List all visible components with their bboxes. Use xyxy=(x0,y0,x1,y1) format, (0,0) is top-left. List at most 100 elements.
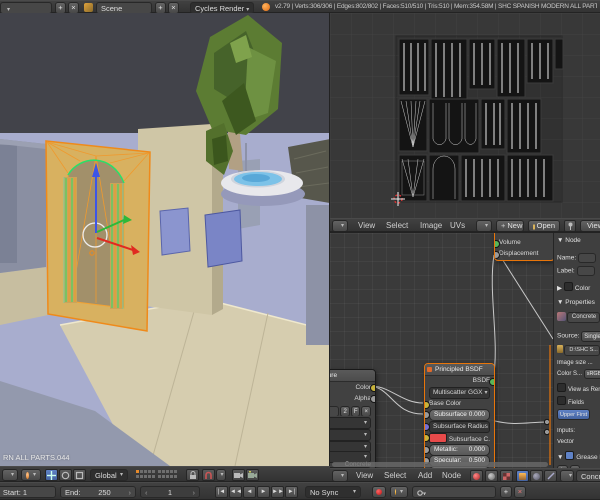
object-shader-button[interactable] xyxy=(516,470,529,481)
uv-menu-select[interactable]: Select xyxy=(386,219,408,231)
color-space-dropdown[interactable]: Color▾ xyxy=(330,417,371,429)
bsdf-output-socket[interactable] xyxy=(489,378,494,386)
distribution-dropdown[interactable]: Multiscatter GGX ▾ xyxy=(429,387,490,399)
color-output-socket[interactable] xyxy=(370,384,375,392)
editor-type-dropdown[interactable]: ▾ xyxy=(2,469,18,481)
viewport-3d[interactable]: RN ALL PARTS.044 xyxy=(0,13,330,466)
subsurface-color-label: Subsurface C.. xyxy=(448,436,490,443)
node-editor-type-dropdown[interactable]: ▾ xyxy=(332,470,348,481)
image-users-button[interactable]: 2 xyxy=(340,406,350,416)
timeline: Start: 1 End: 250 › ‹ 1 › |◄ ◄◄ ◄ ► ►► ►| No… xyxy=(0,482,600,500)
active-keying-set-field[interactable] xyxy=(412,486,496,498)
node-section-header[interactable]: ▼ Node xyxy=(557,237,600,244)
node-editor[interactable]: Image Texture Color Alpha Con 2 F × Colo… xyxy=(330,232,600,468)
image-texture-node[interactable]: Image Texture Color Alpha Con 2 F × Colo… xyxy=(330,369,376,468)
fields-checkbox[interactable]: Fields xyxy=(557,396,600,406)
label-row: Label: xyxy=(557,266,600,276)
alpha-output-socket[interactable] xyxy=(370,395,375,403)
current-frame-field[interactable]: ‹ 1 › xyxy=(140,486,200,498)
sync-mode-dropdown[interactable]: No Sync ▾ xyxy=(305,486,361,498)
insert-keyframe-button[interactable]: + xyxy=(500,486,512,498)
blue-panel-2 xyxy=(159,207,191,256)
delete-keyframe-button[interactable]: × xyxy=(514,486,526,498)
uv-editor-header: ▾ View Select Image UVs ▾ +New Open View… xyxy=(330,218,600,232)
shader-tree-button[interactable] xyxy=(470,470,483,481)
lock-to-scene-button[interactable] xyxy=(186,469,199,481)
image-unlink-button[interactable]: × xyxy=(361,406,371,416)
render-opengl-anim-button[interactable] xyxy=(246,469,259,481)
mode-dropdown[interactable]: ▾ xyxy=(21,469,41,481)
label-field[interactable] xyxy=(576,266,595,276)
uv-menu-view[interactable]: View xyxy=(358,219,375,231)
name-field[interactable] xyxy=(577,253,596,263)
pin-image-button[interactable] xyxy=(564,220,576,231)
render-opengl-button[interactable] xyxy=(232,469,245,481)
compositing-tree-button[interactable] xyxy=(485,470,498,481)
uv-image-editor[interactable] xyxy=(330,13,600,218)
uv-menu-image[interactable]: Image xyxy=(420,219,442,231)
material-output-node[interactable]: Volume Displacement xyxy=(494,233,555,261)
subsurface-color-swatch[interactable] xyxy=(429,433,447,443)
subsurface-slider[interactable]: Subsurface 0.000 xyxy=(429,409,490,421)
keyframe-dot-icon xyxy=(395,489,396,495)
color-section-header[interactable]: ▶ Color xyxy=(557,282,600,292)
grease-pencil-section-header[interactable]: ▼ Grease Pencil xyxy=(557,451,600,461)
view-as-render-checkbox[interactable]: View as Render xyxy=(557,383,600,393)
record-button[interactable] xyxy=(372,486,386,498)
frame-start-field[interactable]: Start: 1 xyxy=(0,486,56,498)
uv-menu-uvs[interactable]: UVs xyxy=(450,219,465,231)
image-datablock-name[interactable]: Con xyxy=(330,406,340,416)
node-menu-add[interactable]: Add xyxy=(418,469,432,481)
uv-editor-type-dropdown[interactable]: ▾ xyxy=(332,220,348,231)
image-fake-user-button[interactable]: F xyxy=(350,406,361,416)
transform-orientation-dropdown[interactable]: Global ▾ xyxy=(90,469,128,481)
properties-section-header[interactable]: ▼ Properties xyxy=(557,299,600,306)
play-button[interactable]: ► xyxy=(257,486,270,498)
subsurface-radius-dropdown[interactable]: Subsurface Radius▾ xyxy=(429,421,490,433)
snap-element-dropdown[interactable]: ▾ xyxy=(216,469,226,481)
image-browse-dropdown[interactable]: ▾ xyxy=(476,220,492,231)
jump-to-end-button[interactable]: ►| xyxy=(285,486,298,498)
distribution-value: Multiscatter GGX xyxy=(433,389,483,396)
material-browse-dropdown[interactable]: ▾ xyxy=(560,470,574,481)
upper-first-button[interactable]: Upper First xyxy=(557,409,591,420)
np-colorspace-value[interactable]: sRGB xyxy=(583,369,600,379)
frame-end-field[interactable]: End: 250 › xyxy=(60,486,136,498)
node-editor-hscrollbar[interactable] xyxy=(332,462,548,467)
node-menu-select[interactable]: Select xyxy=(384,469,406,481)
base-color-label: Base Color xyxy=(429,400,462,407)
prev-keyframe-button[interactable]: ◄◄ xyxy=(229,486,242,498)
next-keyframe-button[interactable]: ►► xyxy=(271,486,284,498)
world-shader-button[interactable] xyxy=(530,470,543,481)
selected-door-object[interactable] xyxy=(45,140,151,332)
np-image-datablock[interactable]: Concrete xyxy=(557,312,600,323)
manipulator-rotate-button[interactable] xyxy=(59,469,72,481)
color-output-label: Color xyxy=(355,384,371,391)
node-menu-view[interactable]: View xyxy=(356,469,373,481)
principled-bsdf-node[interactable]: Principled BSDF BSDF Multiscatter GGX ▾ B… xyxy=(424,363,495,468)
material-name-field[interactable]: Concrete xyxy=(576,470,600,481)
uv-view-mode-dropdown[interactable]: View▾ xyxy=(580,220,600,231)
np-source-value[interactable]: Single Image xyxy=(581,331,600,342)
volume-input-label: Volume xyxy=(499,239,521,246)
linestyle-button[interactable] xyxy=(544,470,557,481)
texture-tree-button[interactable] xyxy=(500,470,513,481)
layers-widget[interactable] xyxy=(136,470,180,480)
viewport-scene xyxy=(0,13,329,466)
snap-button[interactable] xyxy=(202,469,215,481)
vector-label: Vector xyxy=(557,439,575,445)
active-object-name: RN ALL PARTS.044 xyxy=(3,453,70,462)
blender-logo-icon xyxy=(262,3,270,11)
subsurface-label: Subsurface xyxy=(434,411,467,418)
node-menu-node[interactable]: Node xyxy=(442,469,461,481)
image-path-field[interactable]: D:\SHC S... xyxy=(564,345,600,356)
new-image-button[interactable]: + New xyxy=(496,220,524,231)
manipulator-scale-button[interactable] xyxy=(73,469,86,481)
open-image-button[interactable]: Open xyxy=(528,220,560,231)
jump-to-start-button[interactable]: |◄ xyxy=(215,486,228,498)
interpolation-dropdown[interactable]: Linear▾ xyxy=(330,429,371,441)
keying-set-dropdown[interactable]: ▾ xyxy=(390,486,408,498)
manipulator-translate-button[interactable] xyxy=(45,469,58,481)
end-value: 250 xyxy=(98,488,111,497)
play-reverse-button[interactable]: ◄ xyxy=(243,486,256,498)
